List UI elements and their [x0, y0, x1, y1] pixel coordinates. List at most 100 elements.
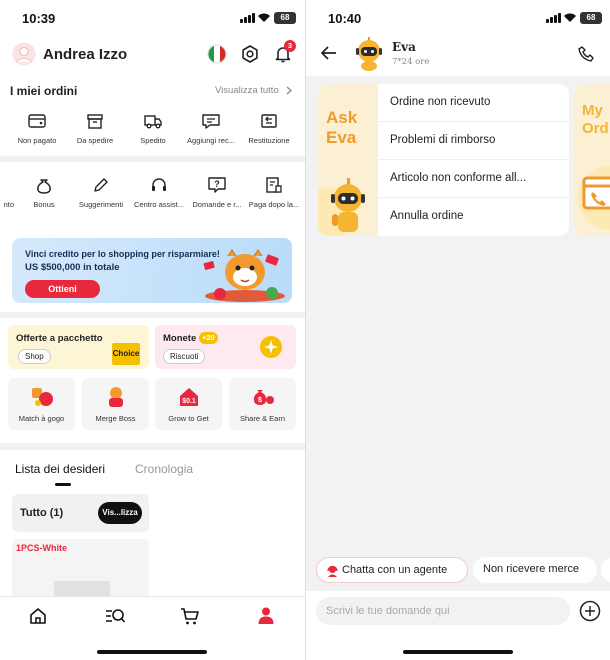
service-label: Paga dopo la... [248, 200, 300, 209]
coins-title: Monete [163, 333, 197, 344]
order-item[interactable]: Spedito [123, 112, 183, 152]
eva-robot-illustration [318, 178, 365, 236]
wifi-icon [258, 13, 270, 22]
signal-icon [546, 13, 561, 23]
message-input-placeholder: Scrivi le tue domande qui [326, 605, 450, 617]
pay-later-icon [266, 177, 282, 193]
chat-screen: 10:40 68 Eva 7*24 ore Ask Eva Ordine non… [305, 0, 610, 660]
services-row: nto Bonus Suggerimenti Centro assist... … [0, 162, 305, 230]
feed-search-icon[interactable] [104, 606, 126, 626]
svg-text:?: ? [214, 179, 220, 189]
eva-title: Eva [326, 128, 357, 147]
choice-badge: Choice [112, 343, 140, 365]
agent-headset-icon [327, 565, 338, 577]
chevron-right-icon[interactable] [286, 86, 292, 95]
game-card[interactable]: $0.1 Grow to Get [155, 378, 222, 430]
bundle-shop-button[interactable]: Shop [18, 349, 51, 364]
chat-header: Eva 7*24 ore [306, 34, 610, 76]
game-card[interactable]: Match à gogo [8, 378, 75, 430]
coins-card[interactable]: Monete +20 Riscuoti [155, 325, 296, 369]
menu-option[interactable]: Ordine non ricevuto [378, 84, 569, 122]
phone-call-icon[interactable] [578, 45, 594, 63]
order-item[interactable]: Restituzione [239, 112, 299, 152]
product-variant-label: 1PCS-White [16, 543, 68, 553]
coin-icon [260, 336, 282, 358]
service-item[interactable]: Bonus [16, 176, 72, 216]
wishlist-all-folder[interactable]: Tutto (1) Vis...lizza [12, 494, 149, 532]
order-label: Da spedire [76, 136, 114, 145]
my-orders-line2: Ord [582, 120, 609, 137]
message-input[interactable]: Scrivi le tue domande qui [316, 597, 570, 625]
menu-option-label: Annulla ordine [390, 210, 464, 222]
promo-section: Vinci credito per lo shopping per rispar… [0, 230, 305, 312]
order-item[interactable]: Non pagato [7, 112, 67, 152]
merge-boss-icon [109, 387, 123, 407]
menu-option[interactable]: Articolo non conforme all... [378, 160, 569, 198]
chat-with-agent-chip[interactable]: Chatta con un agente [316, 557, 468, 583]
status-time: 10:40 [328, 11, 362, 26]
game-label: Merge Boss [95, 414, 136, 423]
product-card[interactable]: 1PCS-White [12, 539, 149, 596]
match-game-icon [32, 388, 53, 406]
headset-icon [152, 178, 166, 191]
order-label: Spedito [140, 136, 166, 145]
service-item[interactable]: nto [0, 176, 14, 216]
status-bar: 10:39 68 [0, 0, 305, 34]
goods-not-received-chip[interactable]: Non ricevere merce [473, 557, 597, 583]
back-arrow-icon[interactable] [320, 45, 338, 61]
service-item[interactable]: Centro assist... [130, 176, 188, 216]
menu-option[interactable]: Problemi di rimborso [378, 122, 569, 160]
menu-option[interactable]: Annulla ordine [378, 198, 569, 236]
promo-banner[interactable]: Vinci credito per lo shopping per rispar… [12, 238, 292, 303]
settings-gear-icon[interactable] [240, 44, 260, 64]
cart-icon[interactable] [180, 606, 200, 626]
agent-name: Eva [392, 40, 416, 54]
user-name[interactable]: Andrea Izzo [43, 46, 127, 63]
home-icon[interactable] [28, 606, 48, 626]
my-orders-banner: My Ord [574, 84, 610, 236]
my-orders-card[interactable]: My Ord [574, 84, 610, 236]
view-all-link[interactable]: Visualizza tutto [215, 85, 279, 96]
pencil-icon [94, 178, 108, 192]
home-indicator [403, 650, 513, 654]
signal-icon [240, 13, 255, 23]
avatar[interactable] [12, 42, 36, 66]
all-count-label: Tutto (1) [20, 507, 64, 519]
share-earn-icon: $ [253, 390, 274, 405]
service-label: Domande e r... [192, 200, 242, 209]
coins-bonus-badge: +20 [199, 332, 218, 344]
promo-get-button[interactable]: Ottieni [25, 280, 100, 298]
coins-collect-button[interactable]: Riscuoti [163, 349, 206, 364]
menu-option-label: Articolo non conforme all... [390, 172, 527, 184]
bundle-deals-card[interactable]: Offerte a pacchetto Shop Choice [8, 325, 149, 369]
chip-goods-label: Non ricevere merce [483, 563, 579, 575]
moneybag-icon [37, 179, 51, 194]
order-item[interactable]: Da spedire [65, 112, 125, 152]
order-item[interactable]: Aggiungi rec... [181, 112, 241, 152]
service-item[interactable]: Suggerimenti [73, 176, 129, 216]
account-icon[interactable] [256, 605, 276, 625]
my-orders-line1: My [582, 102, 603, 119]
plus-add-icon[interactable] [579, 600, 601, 622]
status-bar: 10:40 68 [306, 0, 610, 34]
service-item[interactable]: ? Domande e r... [189, 176, 245, 216]
view-list-button[interactable]: Vis...lizza [98, 502, 142, 524]
tab-history[interactable]: Cronologia [135, 462, 193, 476]
game-card[interactable]: $ Share & Earn [229, 378, 296, 430]
service-item[interactable]: Paga dopo la... [246, 176, 302, 216]
ask-eva-card: Ask Eva Ordine non ricevuto Problemi di … [318, 84, 569, 236]
game-label: Match à gogo [18, 414, 65, 423]
order-label: Non pagato [17, 136, 57, 145]
service-label: Centro assist... [133, 200, 185, 209]
bundle-title: Offerte a pacchetto [16, 333, 103, 344]
account-screen: 10:39 68 Andrea Izzo 3 I miei ordini Vis… [0, 0, 305, 660]
more-chip[interactable] [601, 557, 610, 583]
home-indicator [97, 650, 207, 654]
ask-title: Ask [326, 108, 358, 127]
game-card[interactable]: Merge Boss [82, 378, 149, 430]
product-image [54, 581, 110, 596]
agent-availability: 7*24 ore [392, 57, 430, 67]
wifi-icon [564, 13, 576, 22]
italy-flag-icon[interactable] [207, 44, 227, 64]
tab-wishlist[interactable]: Lista dei desideri [15, 462, 105, 476]
